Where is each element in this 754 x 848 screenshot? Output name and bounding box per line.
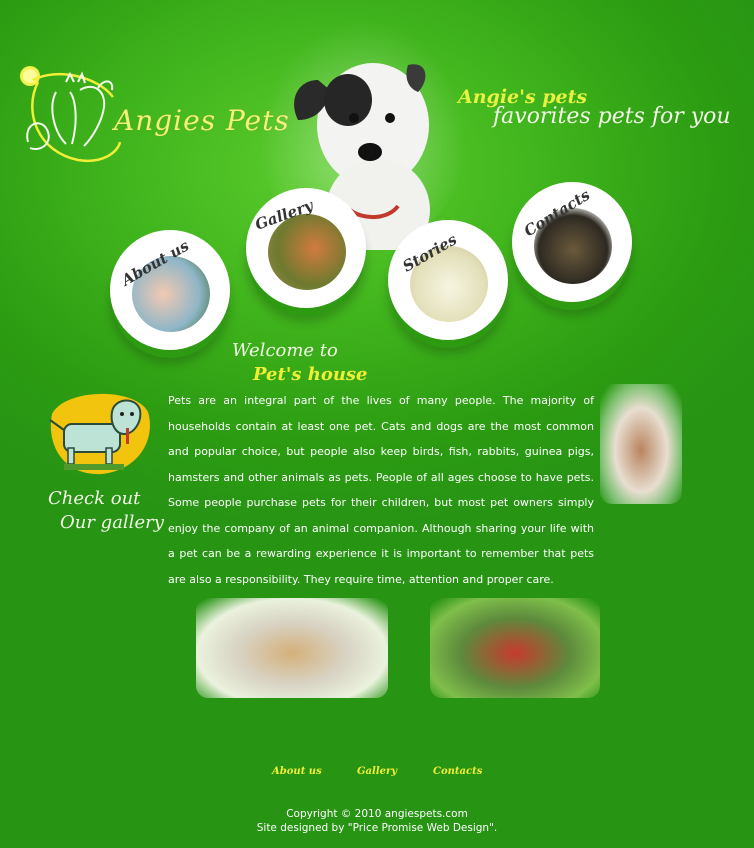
- boy-with-dog-photo: [196, 598, 388, 698]
- nav-stories[interactable]: Stories: [388, 220, 508, 340]
- footer-link-about-us[interactable]: About us: [272, 766, 322, 777]
- welcome-body-text: Pets are an integral part of the lives o…: [168, 394, 594, 586]
- footer-credit: Site designed by "Price Promise Web Desi…: [256, 822, 498, 834]
- site-logo[interactable]: Angies Pets: [18, 52, 289, 167]
- welcome-heading-line2: Pet's house: [253, 364, 368, 385]
- footer-link-gallery[interactable]: Gallery: [357, 766, 397, 777]
- cartoon-dog-icon: [49, 393, 150, 475]
- nav-about-us[interactable]: About us: [110, 230, 230, 350]
- child-with-dachshund-photo: [430, 598, 600, 698]
- cartoon-dog-image[interactable]: [44, 384, 156, 480]
- nav-gallery[interactable]: Gallery: [246, 188, 366, 308]
- gallery-link-line1[interactable]: Check out: [48, 488, 140, 509]
- footer-link-contacts[interactable]: Contacts: [433, 766, 482, 777]
- tagline-line2: favorites pets for you: [493, 104, 731, 129]
- nav-contacts[interactable]: Contacts: [512, 182, 632, 302]
- gallery-link-line2[interactable]: Our gallery: [60, 512, 164, 533]
- welcome-heading-line1: Welcome to: [232, 340, 338, 361]
- footer-copyright: Copyright © 2010 angiespets.com: [286, 808, 468, 820]
- woman-with-puppy-photo: [600, 384, 682, 504]
